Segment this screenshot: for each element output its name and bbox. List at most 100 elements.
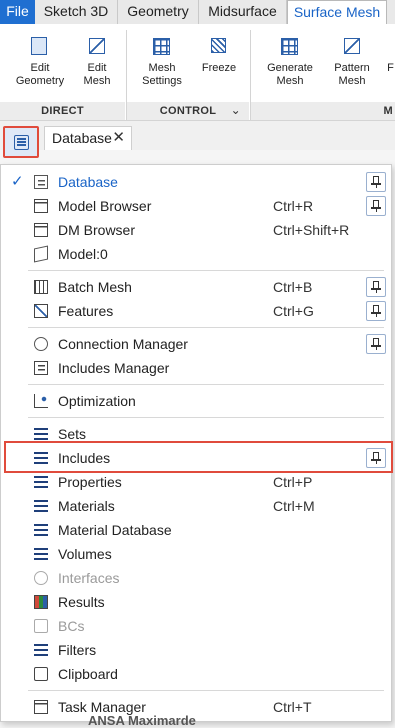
tab-sketch-3d[interactable]: Sketch 3D xyxy=(35,0,118,24)
ribbon: Edit Geometry Edit Mesh Mesh Settings Fr… xyxy=(0,24,395,121)
freeze-label: Freeze xyxy=(201,62,237,74)
edit-mesh-button[interactable]: Edit Mesh xyxy=(74,36,120,88)
filters-icon xyxy=(34,643,48,657)
tab-file[interactable]: File xyxy=(0,0,35,24)
menu-item-label: Materials xyxy=(58,498,115,514)
batch-mesh-icon xyxy=(34,280,48,294)
menu-item-label: Connection Manager xyxy=(58,336,188,352)
edit-geometry-icon xyxy=(29,36,51,58)
group-direct: DIRECT xyxy=(0,102,125,120)
pattern-mesh-button[interactable]: Pattern Mesh xyxy=(326,36,378,88)
pin-icon[interactable] xyxy=(366,277,386,297)
edit-geometry-button[interactable]: Edit Geometry xyxy=(10,36,70,88)
interfaces-icon xyxy=(34,571,48,585)
tab-geometry[interactable]: Geometry xyxy=(118,0,199,24)
menu-item-label: Clipboard xyxy=(58,666,118,682)
menu-item-label: Batch Mesh xyxy=(58,279,132,295)
tab-surface-mesh[interactable]: Surface Mesh xyxy=(287,0,387,25)
includes-manager-icon xyxy=(34,361,48,375)
menu-item-label: Includes Manager xyxy=(58,360,170,376)
menu-item-label: Model Browser xyxy=(58,198,152,214)
tab-midsurface[interactable]: Midsurface xyxy=(199,0,287,24)
features-icon xyxy=(34,304,48,318)
connection-icon xyxy=(34,337,48,351)
menu-item-task-manager[interactable]: Task Manager Ctrl+T xyxy=(1,695,391,719)
panel-menu-button[interactable] xyxy=(3,126,39,158)
truncated-icon xyxy=(386,36,395,58)
material-database-icon xyxy=(34,523,48,537)
mesh-settings-label: Mesh Settings xyxy=(142,62,182,87)
menu-item-results[interactable]: Results xyxy=(1,590,391,614)
menu-item-model-browser[interactable]: Model Browser Ctrl+R xyxy=(1,194,391,218)
background-tree-label: ANSA Maximarde xyxy=(88,713,196,728)
menu-item-label: Optimization xyxy=(58,393,136,409)
menu-item-clipboard[interactable]: Clipboard xyxy=(1,662,391,686)
menu-item-label: BCs xyxy=(58,618,85,634)
group-control-label: CONTROL xyxy=(159,105,217,117)
optimization-icon xyxy=(34,394,48,408)
menu-item-properties[interactable]: Properties Ctrl+P xyxy=(1,470,391,494)
menu-item-label: Volumes xyxy=(58,546,112,562)
model-browser-icon xyxy=(34,199,48,213)
check-icon: ✓ xyxy=(11,173,24,190)
menu-item-database[interactable]: ✓ Database xyxy=(1,170,391,194)
cube-icon xyxy=(34,245,48,263)
includes-highlight-box xyxy=(4,441,393,473)
menu-item-filters[interactable]: Filters xyxy=(1,638,391,662)
menu-item-bcs: BCs xyxy=(1,614,391,638)
freeze-button[interactable]: Freeze xyxy=(196,36,242,75)
mesh-settings-button[interactable]: Mesh Settings xyxy=(137,36,187,88)
menu-item-shortcut: Ctrl+B xyxy=(273,279,313,295)
menu-item-shortcut: Ctrl+Shift+R xyxy=(273,222,350,238)
menu-item-model-0[interactable]: Model:0 xyxy=(1,242,391,266)
menu-item-batch-mesh[interactable]: Batch Mesh Ctrl+B xyxy=(1,275,391,299)
edit-mesh-icon xyxy=(86,36,108,58)
dm-browser-icon xyxy=(34,223,48,237)
group-control: CONTROL ⌄ xyxy=(127,102,249,120)
menu-item-shortcut: Ctrl+P xyxy=(273,474,313,490)
menu-item-label: Features xyxy=(58,303,114,319)
task-manager-icon xyxy=(34,700,48,714)
pin-icon[interactable] xyxy=(366,301,386,321)
menu-item-label: Results xyxy=(58,594,105,610)
ribbon-tab-bar: File Sketch 3D Geometry Midsurface Surfa… xyxy=(0,0,395,25)
menu-item-features[interactable]: Features Ctrl+G xyxy=(1,299,391,323)
close-icon[interactable]: ✕ xyxy=(112,127,125,149)
chevron-down-icon[interactable]: ⌄ xyxy=(231,101,241,119)
menu-item-dm-browser[interactable]: DM Browser Ctrl+Shift+R xyxy=(1,218,391,242)
truncated-ribbon-button[interactable]: F xyxy=(386,36,395,75)
pattern-mesh-icon xyxy=(341,36,363,58)
pin-icon[interactable] xyxy=(366,172,386,192)
menu-divider xyxy=(28,327,384,328)
menu-item-label: Material Database xyxy=(58,522,172,538)
menu-item-interfaces: Interfaces xyxy=(1,566,391,590)
menu-item-label: Model:0 xyxy=(58,246,108,262)
menu-item-label: Interfaces xyxy=(58,570,120,586)
volumes-icon xyxy=(34,547,48,561)
truncated-label: F xyxy=(387,62,394,74)
generate-mesh-button[interactable]: Generate Mesh xyxy=(262,36,318,88)
generate-mesh-icon xyxy=(279,36,301,58)
pin-icon[interactable] xyxy=(366,196,386,216)
bcs-icon xyxy=(34,619,48,633)
menu-item-connection-manager[interactable]: Connection Manager xyxy=(1,332,391,356)
menu-item-material-database[interactable]: Material Database xyxy=(1,518,391,542)
group-mesh: M xyxy=(251,102,395,120)
menu-divider xyxy=(28,270,384,271)
sets-icon xyxy=(34,427,48,441)
tab-database[interactable]: Database ✕ xyxy=(44,126,132,150)
generate-mesh-label: Generate Mesh xyxy=(267,62,313,87)
menu-item-shortcut: Ctrl+R xyxy=(273,198,314,214)
menu-item-includes-manager[interactable]: Includes Manager xyxy=(1,356,391,380)
pin-icon[interactable] xyxy=(366,334,386,354)
menu-divider xyxy=(28,690,384,691)
menu-item-optimization[interactable]: Optimization xyxy=(1,389,391,413)
database-icon xyxy=(34,175,48,189)
menu-item-label: Database xyxy=(58,174,118,190)
tab-database-label: Database xyxy=(52,130,112,146)
results-icon xyxy=(34,595,48,609)
menu-item-volumes[interactable]: Volumes xyxy=(1,542,391,566)
menu-divider xyxy=(28,384,384,385)
menu-item-shortcut: Ctrl+G xyxy=(273,303,314,319)
menu-item-materials[interactable]: Materials Ctrl+M xyxy=(1,494,391,518)
